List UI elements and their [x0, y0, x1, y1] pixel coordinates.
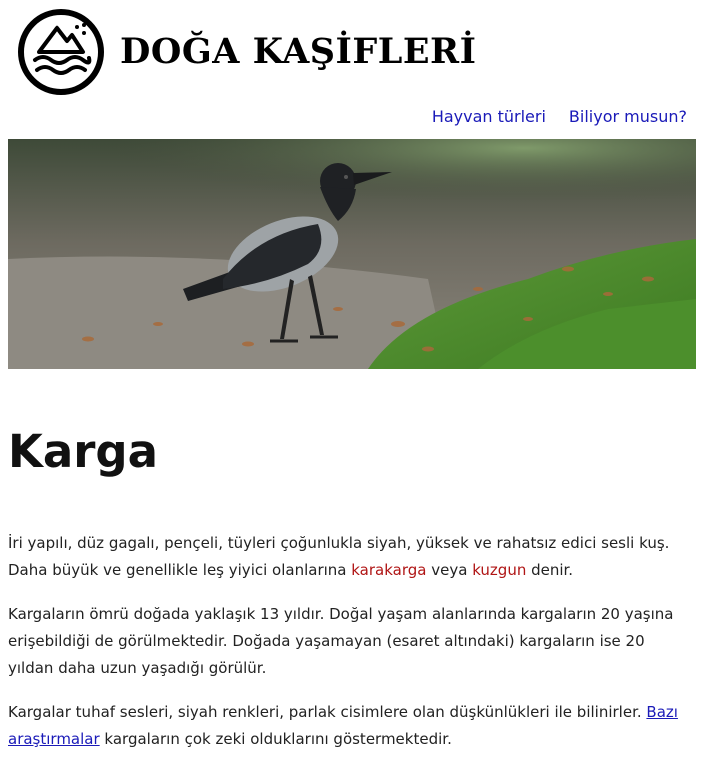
site-title[interactable]: DOĞA KAŞİFLERİ [120, 28, 476, 76]
main-nav: Hayvan türleri Biliyor musun? [432, 104, 687, 130]
nav-link-did-you-know[interactable]: Biliyor musun? [569, 104, 687, 130]
paragraph-intelligence: Kargalar tuhaf sesleri, siyah renkleri, … [8, 699, 690, 753]
paragraph-text: Kargalar tuhaf sesleri, siyah renkleri, … [8, 703, 647, 721]
site-header: DOĞA KAŞİFLERİ [0, 0, 704, 100]
link-kuzgun[interactable]: kuzgun [472, 561, 526, 579]
paragraph-text: denir. [526, 561, 574, 579]
paragraph-description: İri yapılı, düz gagalı, pençeli, tüyleri… [8, 530, 690, 584]
mountain-wave-logo-icon[interactable] [17, 8, 105, 96]
link-karakarga[interactable]: karakarga [351, 561, 426, 579]
paragraph-lifespan: Kargaların ömrü doğada yaklaşık 13 yıldı… [8, 605, 674, 677]
article-content: İri yapılı, düz gagalı, pençeli, tüyleri… [8, 530, 690, 770]
hero-crow-photo [8, 139, 696, 369]
nav-link-animal-species[interactable]: Hayvan türleri [432, 104, 546, 130]
page-title: Karga [8, 425, 159, 478]
paragraph-text: kargaların çok zeki olduklarını gösterme… [99, 730, 452, 748]
paragraph-text: veya [426, 561, 473, 579]
